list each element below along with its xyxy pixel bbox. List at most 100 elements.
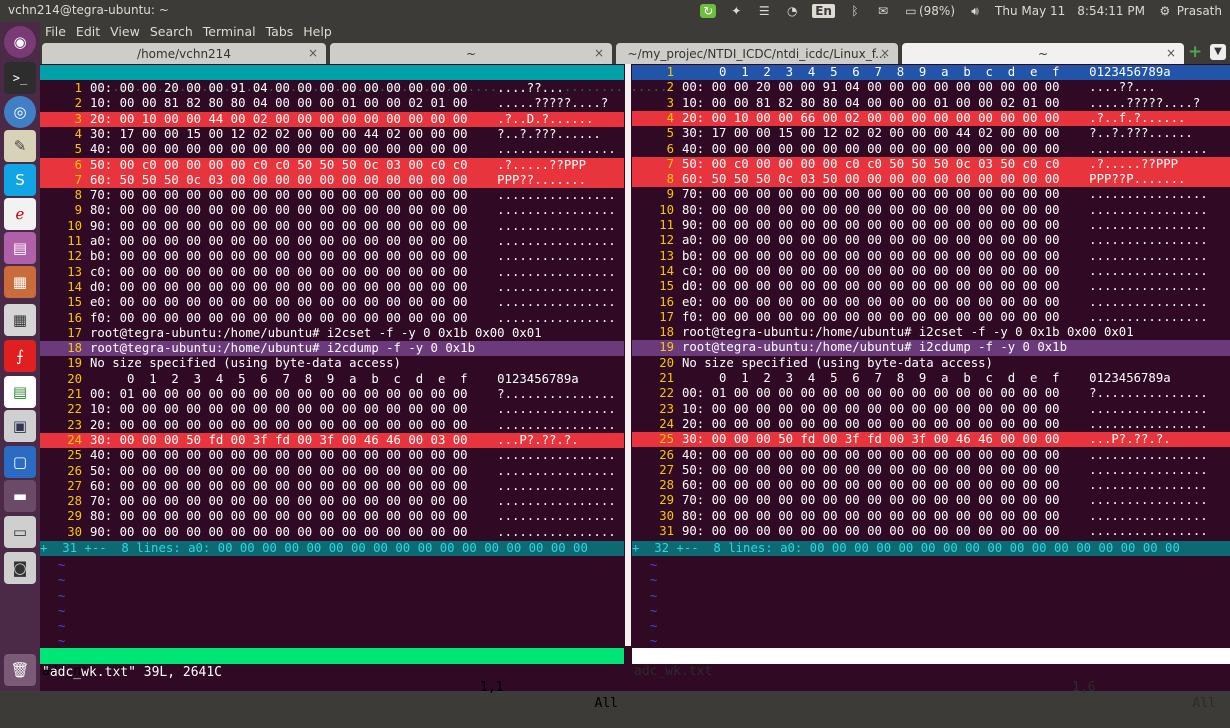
status-scroll: All xyxy=(594,696,618,711)
line-text: 0 1 2 3 4 5 6 7 8 9 a b c d e f 01234567… xyxy=(90,371,579,386)
vim-pane-right[interactable]: 1 0 1 2 3 4 5 6 7 8 9 a b c d e f 012345… xyxy=(632,64,1230,646)
line-text: 60: 00 00 00 00 00 00 00 00 00 00 00 00 … xyxy=(682,478,1208,493)
skype-icon[interactable]: S xyxy=(4,164,36,196)
close-icon[interactable]: × xyxy=(1166,46,1176,60)
diff-line: 16 f0: 00 00 00 00 00 00 00 00 00 00 00 0… xyxy=(40,311,624,326)
launcher: ◉ >_ ◎ ✎ S ℯ ▤ ▦ ▦ ⨍ ▤ ▣ ▢ ▬ ▭ ◙ 🗑︎ xyxy=(0,22,40,691)
diff-line: 21 00: 01 00 00 00 00 00 00 00 00 00 00 0… xyxy=(40,387,624,402)
dropbox-icon[interactable]: ✦ xyxy=(728,4,744,18)
chromium-icon[interactable]: ◎ xyxy=(4,96,36,128)
line-number: 12 xyxy=(67,249,82,264)
bluetooth-icon[interactable]: ᛒ xyxy=(847,4,863,18)
vim-pane-left[interactable]: ........................................… xyxy=(40,64,675,646)
text-editor-icon[interactable]: ✎ xyxy=(4,130,36,162)
diff-line: 28 60: 00 00 00 00 00 00 00 00 00 00 00 0… xyxy=(632,478,1230,493)
terminal-area[interactable]: ........................................… xyxy=(40,64,1230,711)
line-number: 1 xyxy=(666,65,674,79)
diff-line: 3 20: 00 10 00 00 44 00 02 00 00 00 00 00… xyxy=(40,111,624,127)
menu-help[interactable]: Help xyxy=(298,22,337,41)
menu-tabs[interactable]: Tabs xyxy=(261,22,299,41)
file-manager-icon[interactable]: ▬ xyxy=(4,480,36,512)
menu-terminal[interactable]: Terminal xyxy=(198,22,261,41)
line-text: 30: 17 00 00 15 00 12 02 02 00 00 00 44 … xyxy=(90,126,601,141)
ubuntu-dash-icon[interactable]: ◉ xyxy=(4,26,36,58)
line-number: 16 xyxy=(67,310,82,325)
close-icon[interactable]: × xyxy=(594,46,604,60)
menu-file[interactable]: File xyxy=(40,22,71,41)
line-text: f0: 00 00 00 00 00 00 00 00 00 00 00 00 … xyxy=(682,309,1208,324)
volume-icon[interactable]: 🔊︎ xyxy=(967,4,983,18)
line-number: 7 xyxy=(666,156,674,171)
image-viewer-icon[interactable]: ▣ xyxy=(4,410,36,442)
line-number: 5 xyxy=(74,142,82,157)
diff-line: 20 No size specified (using byte-data acc… xyxy=(632,356,1230,371)
tab-ntdi-project[interactable]: ~/my_projec/NTDI_ICDC/ntdi_icdc/Linux_f.… xyxy=(616,43,898,64)
virtualbox-icon[interactable]: ▢ xyxy=(4,446,36,478)
archive-icon[interactable]: ▦ xyxy=(4,266,36,298)
menu-view[interactable]: View xyxy=(105,22,145,41)
line-text: 60: 00 00 00 00 00 00 00 00 00 00 00 00 … xyxy=(90,478,616,493)
line-text: 0 1 2 3 4 5 6 7 8 9 a b c d e f 01234567… xyxy=(682,371,1171,385)
drive-icon[interactable]: ▭ xyxy=(4,516,36,548)
evince-icon[interactable]: ℯ xyxy=(4,198,36,230)
clock-time[interactable]: 8:54:11 PM xyxy=(1077,4,1145,18)
line-text: 80: 00 00 00 00 00 00 00 00 00 00 00 00 … xyxy=(682,202,1208,217)
tab-home[interactable]: ~ × xyxy=(330,43,612,64)
menu-search[interactable]: Search xyxy=(145,22,198,41)
diff-line: 14 d0: 00 00 00 00 00 00 00 00 00 00 00 0… xyxy=(40,280,624,295)
mail-icon[interactable]: ✉ xyxy=(875,4,891,18)
diff-line: 23 20: 00 00 00 00 00 00 00 00 00 00 00 0… xyxy=(40,418,624,433)
line-number: 9 xyxy=(74,203,82,218)
fold-line-right[interactable]: + 32 +-- 8 lines: a0: 00 00 00 00 00 00 … xyxy=(632,541,1230,556)
user-menu[interactable]: ⚙ Prasath xyxy=(1157,4,1222,18)
line-text: 30: 00 00 00 50 fd 00 3f fd 00 3f 00 46 … xyxy=(682,432,1171,447)
close-icon[interactable]: × xyxy=(308,46,318,60)
camera-icon[interactable]: ◙ xyxy=(4,552,36,584)
diff-line: 11 90: 00 00 00 00 00 00 00 00 00 00 00 0… xyxy=(632,218,1230,233)
line-text: root@tegra-ubuntu:/home/ubuntu# i2cset -… xyxy=(90,325,542,340)
trash-icon[interactable]: 🗑︎ xyxy=(4,654,36,686)
line-number: 9 xyxy=(666,187,674,202)
menu-edit[interactable]: Edit xyxy=(71,22,105,41)
diff-line: 24 30: 00 00 00 50 fd 00 3f fd 00 3f 00 4… xyxy=(40,432,624,449)
clock-date[interactable]: Thu May 11 xyxy=(995,4,1065,18)
line-number: 6 xyxy=(666,141,674,156)
battery-indicator[interactable]: ▭ (98%) xyxy=(903,4,955,18)
app-window-icon[interactable]: ▤ xyxy=(4,232,36,264)
line-text: 90: 00 00 00 00 00 00 00 00 00 00 00 00 … xyxy=(90,524,616,539)
line-number: 13 xyxy=(659,248,674,263)
line-text: 60: 50 50 50 0c 03 00 00 00 00 00 00 00 … xyxy=(90,172,587,187)
line-text: f0: 00 00 00 00 00 00 00 00 00 00 00 00 … xyxy=(90,310,616,325)
spreadsheet-icon[interactable]: ▤ xyxy=(4,376,36,408)
keyboard-layout[interactable]: En xyxy=(812,4,835,18)
vim-command-line[interactable]: "adc_wk.txt" 39L, 2641C xyxy=(40,664,1230,684)
line-text: 00: 01 00 00 00 00 00 00 00 00 00 00 00 … xyxy=(682,386,1208,401)
wifi-icon[interactable]: ◔ xyxy=(784,4,800,18)
indicator-area: ↻ ✦ ☰ ◔ En ᛒ ✉ ▭ (98%) 🔊︎ Thu May 11 8:54… xyxy=(700,0,1230,22)
close-icon[interactable]: × xyxy=(880,46,890,60)
fold-line-left[interactable]: + 31 +-- 8 lines: a0: 00 00 00 00 00 00 … xyxy=(40,541,624,556)
vertical-split-separator[interactable] xyxy=(625,64,631,646)
line-number: 11 xyxy=(659,218,674,232)
new-tab-icon[interactable]: + xyxy=(1188,44,1204,61)
diff-line: 13 b0: 00 00 00 00 00 00 00 00 00 00 00 0… xyxy=(632,249,1230,264)
line-number: 8 xyxy=(666,172,674,187)
tab-home-vchn214[interactable]: /home/vchn214 × xyxy=(42,43,326,64)
diff-line: 21 0 1 2 3 4 5 6 7 8 9 a b c d e f 01234… xyxy=(632,371,1230,386)
terminal-icon[interactable]: >_ xyxy=(4,62,36,94)
diff-line: 26 50: 00 00 00 00 00 00 00 00 00 00 00 0… xyxy=(40,464,624,479)
line-number: 24 xyxy=(659,416,674,431)
line-text: 80: 00 00 00 00 00 00 00 00 00 00 00 00 … xyxy=(90,509,616,524)
line-text: 90: 00 00 00 00 00 00 00 00 00 00 00 00 … xyxy=(90,218,616,233)
update-icon[interactable]: ↻ xyxy=(700,4,717,18)
line-number: 6 xyxy=(74,157,82,172)
notes-icon[interactable]: ☰ xyxy=(756,4,772,18)
tab-active-home[interactable]: ~ × xyxy=(902,43,1184,64)
tab-list-icon[interactable]: ▼ xyxy=(1210,44,1226,60)
line-text: 00: 00 00 20 00 00 91 04 00 00 00 00 00 … xyxy=(682,80,1156,95)
diff-line: 26 40: 00 00 00 00 00 00 00 00 00 00 00 0… xyxy=(632,448,1230,463)
calculator-icon[interactable]: ▦ xyxy=(4,304,36,336)
pdf-reader-icon[interactable]: ⨍ xyxy=(4,340,36,372)
line-number: 26 xyxy=(659,447,674,462)
line-number: 23 xyxy=(659,401,674,416)
